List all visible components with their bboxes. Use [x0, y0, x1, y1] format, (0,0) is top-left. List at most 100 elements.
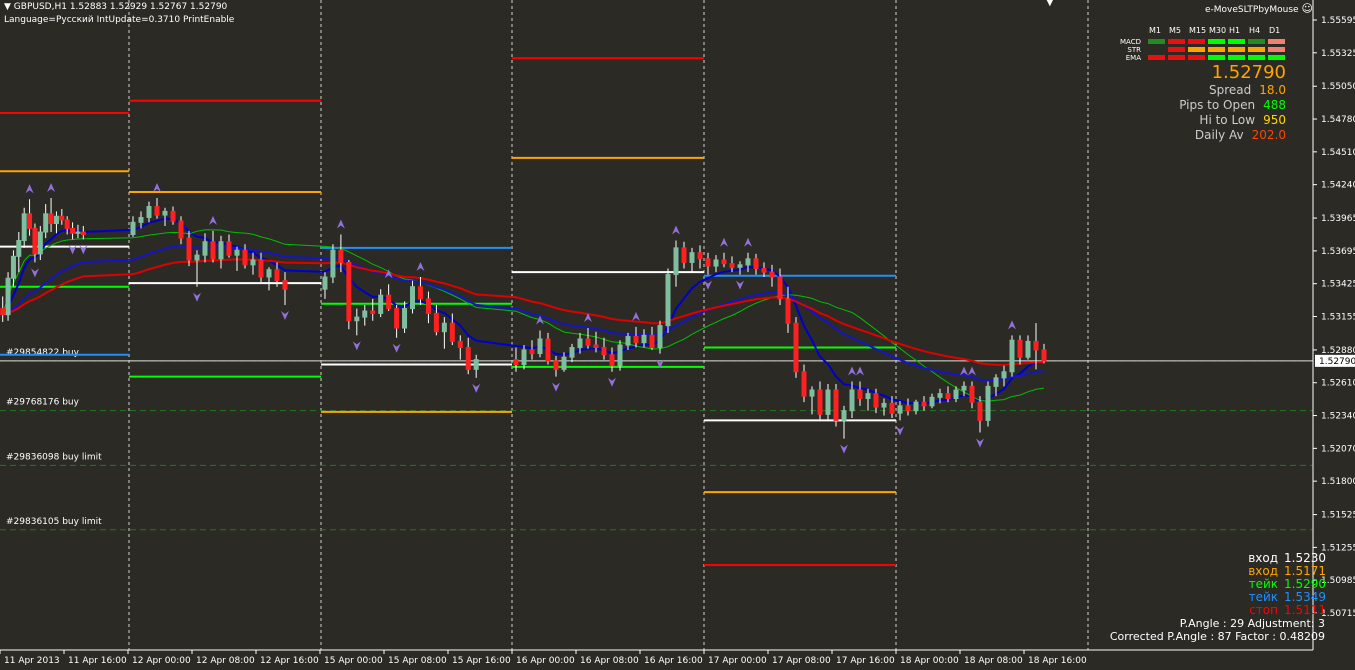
order-lines[interactable]: #29854822 buy #29768176 buy #29836098 buy … [0, 348, 1313, 531]
bull-candle [961, 385, 967, 391]
up-fractal-arrow [632, 311, 640, 321]
bear-candle [593, 344, 599, 348]
down-fractal-arrow [193, 292, 201, 302]
x-tick-label: 15 Apr 08:00 [388, 656, 447, 666]
fractal-arrows [25, 183, 1016, 454]
bull-candle [410, 286, 416, 310]
x-tick-label: 18 Apr 16:00 [1028, 656, 1087, 666]
bear-candle [1041, 349, 1047, 362]
signal-matrix: M1 M5 M15 M30 H1 H4 D1 MACDSTREMA [1120, 26, 1285, 62]
info-row-value: 202.0 [1251, 128, 1286, 142]
bear-candle [242, 249, 248, 266]
bear-candle [417, 286, 423, 300]
y-tick-label: 1.55325 [1321, 49, 1355, 59]
matrix-cell [1228, 55, 1245, 60]
bear-candle [817, 389, 823, 415]
bear-candle [0, 308, 6, 316]
bear-candle [178, 220, 184, 239]
level-value: 1.5230 [1284, 551, 1326, 565]
angle-line-2: Corrected P.Angle : 87 Factor : 0.48209 [1109, 630, 1325, 643]
bull-candle [929, 396, 935, 407]
bull-candle [569, 346, 575, 358]
bull-candle [138, 216, 144, 223]
y-tick-label: 1.54240 [1321, 181, 1355, 191]
matrix-cell [1248, 47, 1265, 52]
matrix-cell [1148, 47, 1165, 52]
bear-candle [681, 247, 687, 263]
level-label: вход [1248, 564, 1278, 578]
bear-candle [282, 280, 288, 290]
level-label: стоп [1249, 603, 1278, 617]
down-fractal-arrow [392, 343, 401, 353]
level-label: вход [1248, 551, 1278, 565]
bear-candle [977, 401, 983, 421]
up-fractal-arrow [25, 184, 34, 194]
bear-candle [1033, 340, 1039, 351]
bear-candle [226, 241, 232, 256]
bear-candle [433, 312, 439, 333]
bear-candle [601, 346, 607, 356]
down-fractal-arrow [976, 438, 984, 448]
bear-candle [857, 389, 863, 400]
bear-candle [27, 213, 33, 229]
bull-candle [250, 259, 256, 266]
dropdown-arrow-icon[interactable]: ▼ [4, 2, 11, 12]
y-tick-label: 1.51525 [1321, 511, 1355, 521]
sma-medium-line [2, 229, 1045, 402]
bull-candle [745, 258, 751, 266]
bear-candle [801, 371, 807, 397]
tf-label: M15 [1189, 26, 1206, 35]
bear-candle [945, 393, 951, 400]
time-axis: 11 Apr 2013 11 Apr 16:00 12 Apr 00:00 12 Ap… [0, 649, 1313, 666]
bull-candle [537, 338, 543, 355]
bull-candle [322, 276, 328, 290]
bear-candle [449, 322, 455, 342]
up-fractal-arrow [856, 366, 864, 376]
up-fractal-arrow [672, 225, 680, 235]
x-tick-label: 18 Apr 08:00 [964, 656, 1023, 666]
bear-candle [697, 252, 703, 260]
bull-candle [5, 277, 11, 316]
level-value: 1.5111 [1284, 603, 1326, 617]
bear-candle [609, 354, 615, 367]
bull-candle [673, 247, 679, 276]
bear-candle [70, 227, 76, 234]
order-label: #29768176 buy [6, 398, 80, 408]
bull-candle [194, 254, 200, 261]
matrix-cell [1168, 39, 1185, 44]
bull-candle [985, 385, 991, 421]
down-fractal-arrow [552, 382, 560, 392]
x-tick-label: 11 Apr 2013 [4, 656, 60, 666]
info-row-value: 488 [1263, 98, 1286, 112]
bull-candle [953, 389, 959, 400]
matrix-cell [1148, 39, 1165, 44]
ea-title: e-MoveSLTPbyMouse ☺ [1205, 3, 1313, 16]
bear-candle [649, 334, 655, 348]
bear-candle [905, 405, 911, 412]
tf-label: M30 [1209, 26, 1226, 35]
tf-label: D1 [1269, 26, 1280, 35]
down-fractal-arrow [352, 341, 361, 351]
matrix-cell [1188, 47, 1205, 52]
x-tick-label: 12 Apr 16:00 [260, 656, 319, 666]
bull-candle [665, 274, 671, 327]
bear-candle [529, 349, 535, 355]
down-fractal-arrow [840, 444, 848, 454]
bull-candle [146, 206, 152, 218]
bull-candle [402, 308, 408, 329]
angle-line-1: P.Angle : 29 Adjustment: 3 [1179, 617, 1325, 630]
bear-candle [633, 336, 639, 344]
down-fractal-arrow [608, 377, 616, 387]
info-line: Language=Русский IntUpdate=0.3710 PrintE… [4, 15, 235, 25]
x-tick-label: 15 Apr 00:00 [324, 656, 383, 666]
bear-candle [785, 298, 791, 324]
bear-candle [545, 338, 551, 362]
bear-candle [59, 215, 65, 221]
bear-candle [186, 237, 192, 261]
bull-candle [218, 241, 224, 260]
bull-candle [625, 336, 631, 346]
collapse-caret-icon[interactable]: ▼ [1046, 0, 1054, 8]
level-lines[interactable] [0, 57, 1313, 567]
info-panel: 1.52790 Spread 18.0 Pips to Open 488 Hi to L… [1140, 62, 1286, 143]
x-tick-label: 12 Apr 08:00 [196, 656, 255, 666]
